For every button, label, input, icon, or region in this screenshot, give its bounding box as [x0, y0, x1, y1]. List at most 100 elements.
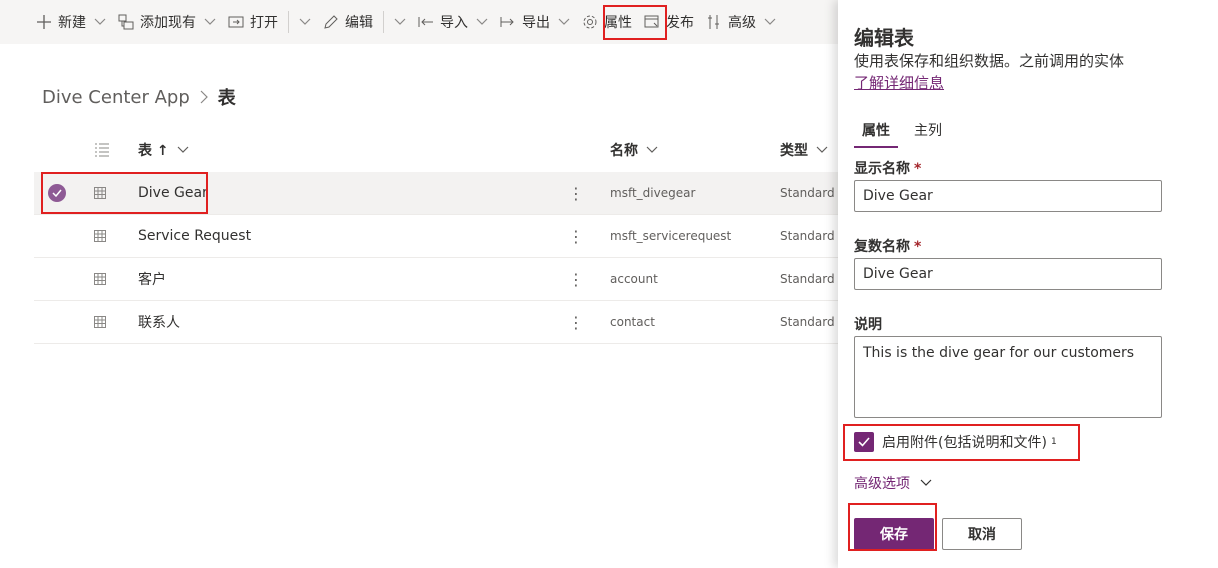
row-table-name[interactable]: 联系人: [138, 312, 180, 332]
display-name-label-text: 显示名称: [854, 161, 910, 177]
cancel-button[interactable]: 取消: [942, 518, 1022, 550]
more-options-icon[interactable]: ⋮: [568, 270, 584, 289]
chevron-down-icon: [476, 14, 488, 30]
new-button[interactable]: 新建: [30, 4, 112, 40]
page: 新建 添加现有 打开 编辑 导入 导出 属性 发布 高级 Dive Center…: [0, 0, 1218, 568]
tab-primary-column[interactable]: 主列: [906, 118, 950, 148]
add-existing-button[interactable]: 添加现有: [112, 4, 222, 40]
row-type: Standard: [780, 272, 835, 286]
advanced-options-toggle[interactable]: 高级选项: [854, 473, 932, 493]
plural-name-input[interactable]: Dive Gear: [854, 258, 1162, 290]
checkmark-icon: [858, 437, 870, 447]
row-logical-name: account: [610, 272, 658, 286]
row-checkbox[interactable]: [48, 184, 66, 202]
publish-icon: [644, 14, 660, 30]
open-dropdown-button[interactable]: [293, 4, 317, 40]
chevron-down-icon: [94, 14, 106, 30]
chevron-down-icon: [558, 14, 570, 30]
panel-tabs: 属性 主列: [854, 118, 958, 148]
import-button[interactable]: 导入: [412, 4, 494, 40]
attachments-footnote: 1: [1050, 437, 1057, 447]
row-logical-name: msft_servicerequest: [610, 229, 732, 243]
chevron-down-icon: [920, 479, 932, 487]
row-table-name[interactable]: 客户: [138, 269, 166, 289]
chevron-down-icon: [646, 146, 658, 154]
edit-dropdown-button[interactable]: [388, 4, 412, 40]
description-value: This is the dive gear for our customers: [863, 345, 1135, 361]
edit-button[interactable]: 编辑: [317, 4, 379, 40]
plural-name-label: 复数名称 *: [854, 236, 921, 256]
required-mark: *: [914, 239, 922, 255]
advanced-label: 高级: [728, 15, 756, 31]
more-options-icon[interactable]: ⋮: [568, 227, 584, 246]
chevron-down-icon: [764, 14, 776, 30]
display-name-input[interactable]: Dive Gear: [854, 180, 1162, 212]
toolbar-divider: [288, 11, 289, 33]
command-bar: 新建 添加现有 打开 编辑 导入 导出 属性 发布 高级: [0, 0, 838, 44]
column-header-name[interactable]: 名称: [610, 140, 658, 160]
attachments-label: 启用附件(包括说明和文件): [882, 435, 1047, 451]
plural-name-value: Dive Gear: [863, 266, 933, 282]
column-header-table[interactable]: 表 ↑: [138, 140, 189, 160]
advanced-button[interactable]: 高级: [700, 4, 782, 40]
column-header-table-label: 表 ↑: [138, 143, 169, 159]
pencil-icon: [323, 14, 339, 30]
export-button[interactable]: 导出: [494, 4, 576, 40]
row-logical-name: contact: [610, 315, 655, 329]
row-logical-name: msft_divegear: [610, 186, 696, 200]
edit-table-panel: 编辑表 使用表保存和组织数据。之前调用的实体 了解详细信息 属性 主列 显示名称…: [838, 0, 1218, 568]
list-view-icon[interactable]: [94, 142, 110, 158]
add-existing-label: 添加现有: [140, 15, 196, 31]
breadcrumb: Dive Center App 表: [42, 84, 236, 110]
table-row[interactable]: Dive Gear ⋮ msft_divegear Standard: [34, 172, 838, 215]
required-mark: *: [914, 161, 922, 177]
import-label: 导入: [440, 15, 468, 31]
chevron-down-icon: [394, 14, 406, 30]
properties-button[interactable]: 属性: [576, 4, 638, 40]
learn-more-link[interactable]: 了解详细信息: [854, 72, 944, 93]
plus-icon: [36, 14, 52, 30]
add-existing-icon: [118, 14, 134, 30]
panel-title: 编辑表: [854, 26, 914, 50]
more-options-icon[interactable]: ⋮: [568, 313, 584, 332]
column-header-name-label: 名称: [610, 143, 638, 159]
page-title: 表: [217, 88, 236, 109]
tables-grid: 表 ↑ 名称 类型 Dive Gear ⋮ msft_divegear Stan…: [34, 128, 838, 344]
tools-icon: [706, 14, 722, 30]
table-row[interactable]: 联系人 ⋮ contact Standard: [34, 301, 838, 344]
attachments-checkbox[interactable]: [854, 432, 874, 452]
advanced-options-label: 高级选项: [854, 476, 910, 492]
display-name-value: Dive Gear: [863, 188, 933, 204]
grid-header: 表 ↑ 名称 类型: [34, 128, 838, 172]
checkmark-icon: [48, 184, 66, 202]
chevron-down-icon: [177, 146, 189, 154]
row-type: Standard: [780, 315, 835, 329]
table-row[interactable]: Service Request ⋮ msft_servicerequest St…: [34, 215, 838, 258]
chevron-right-icon: [200, 90, 208, 104]
publish-label: 发布: [666, 15, 694, 31]
attachments-option[interactable]: 启用附件(包括说明和文件) 1: [854, 432, 1057, 452]
table-icon: [94, 230, 106, 242]
more-options-icon[interactable]: ⋮: [568, 184, 584, 203]
export-icon: [500, 14, 516, 30]
open-label: 打开: [250, 15, 278, 31]
open-button[interactable]: 打开: [222, 4, 284, 40]
row-type: Standard: [780, 186, 835, 200]
edit-label: 编辑: [345, 15, 373, 31]
column-header-type[interactable]: 类型: [780, 140, 828, 160]
publish-button[interactable]: 发布: [638, 4, 700, 40]
row-table-name[interactable]: Service Request: [138, 228, 251, 244]
gear-icon: [582, 14, 598, 30]
plural-name-label-text: 复数名称: [854, 239, 910, 255]
table-row[interactable]: 客户 ⋮ account Standard: [34, 258, 838, 301]
description-textarea[interactable]: This is the dive gear for our customers: [854, 336, 1162, 418]
import-icon: [418, 14, 434, 30]
row-table-name[interactable]: Dive Gear: [138, 185, 208, 201]
display-name-label: 显示名称 *: [854, 158, 921, 178]
breadcrumb-app-link[interactable]: Dive Center App: [42, 87, 190, 108]
new-label: 新建: [58, 15, 86, 31]
tab-properties[interactable]: 属性: [854, 118, 898, 148]
chevron-down-icon: [299, 14, 311, 30]
save-button[interactable]: 保存: [854, 518, 934, 550]
properties-label: 属性: [604, 15, 632, 31]
